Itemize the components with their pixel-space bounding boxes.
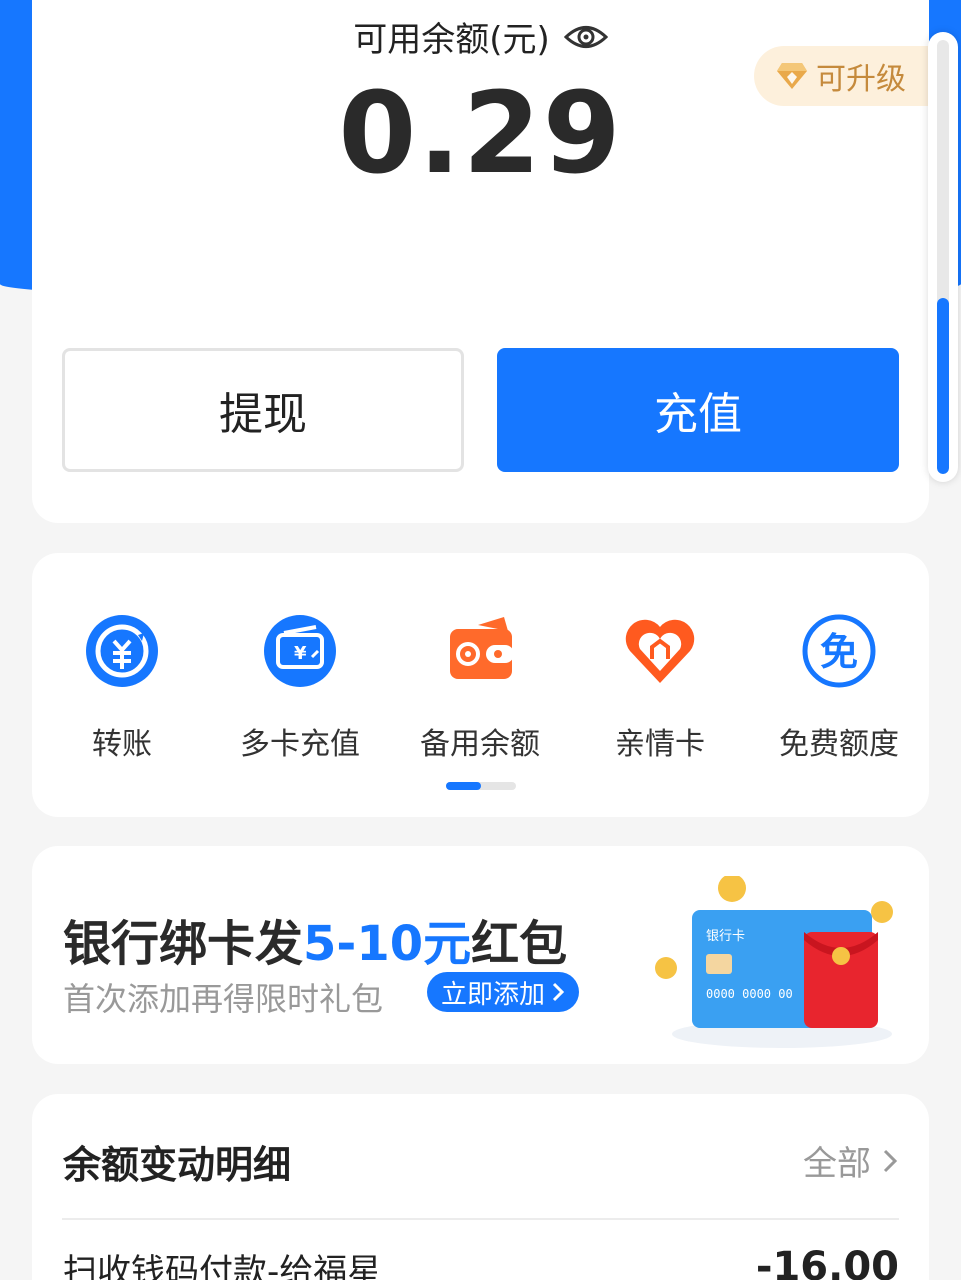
bind-card-promo-banner[interactable]: 银行绑卡发5-10元红包 首次添加再得限时礼包 立即添加 银行卡 0000 00… (32, 846, 929, 1064)
family-card-heart-icon (625, 619, 695, 683)
upgrade-badge-label: 可升级 (816, 62, 906, 97)
withdraw-button[interactable]: 提现 (62, 348, 464, 472)
add-now-button[interactable]: 立即添加 (427, 972, 580, 1012)
menu-item-family-card[interactable]: 亲情卡 (570, 613, 750, 763)
menu-item-free-quota[interactable]: 免 免费额度 (749, 613, 929, 763)
bank-card-red-envelope-illustration: 银行卡 0000 0000 00 (655, 876, 893, 1048)
scrollbar-rail (937, 40, 949, 474)
transaction-name: 扫收钱码付款-给福星 (63, 1252, 382, 1280)
svg-text:¥: ¥ (294, 643, 307, 664)
quick-actions-card: 转账 ¥ 多卡充值 备用余额 亲情卡 免 免费额度 (32, 553, 929, 817)
promo-title-suffix: 红包 (471, 916, 568, 972)
svg-text:免: 免 (820, 630, 858, 674)
promo-subtitle: 首次添加再得限时礼包 (63, 980, 384, 1018)
backup-balance-wallet-icon (450, 617, 514, 679)
menu-label: 转账 (92, 727, 152, 762)
promo-title-highlight: 5-10元 (303, 916, 472, 972)
promo-art-card-label: 银行卡 (706, 929, 745, 944)
divider (62, 1218, 899, 1220)
details-title: 余额变动明细 (63, 1143, 292, 1187)
balance-label: 可用余额(元) (353, 20, 550, 60)
menu-item-backup-balance[interactable]: 备用余额 (390, 613, 570, 763)
view-all-link[interactable]: 全部 (803, 1136, 899, 1185)
promo-title-prefix: 银行绑卡发 (63, 916, 304, 972)
menu-label: 免费额度 (779, 727, 899, 762)
add-now-label: 立即添加 (441, 979, 546, 1010)
menu-label: 备用余额 (420, 727, 540, 762)
transaction-amount: -16.00 (755, 1244, 899, 1280)
view-all-label: 全部 (803, 1144, 871, 1184)
chevron-right-icon (883, 1149, 898, 1172)
promo-title: 银行绑卡发5-10元红包 (63, 904, 567, 974)
menu-item-transfer[interactable]: 转账 (32, 613, 212, 763)
diamond-icon (777, 63, 807, 89)
multi-card-recharge-icon: ¥ (264, 615, 336, 687)
menu-label: 多卡充值 (240, 727, 360, 762)
upgrade-badge[interactable]: 可升级 (754, 46, 929, 106)
menu-pager-active (446, 782, 481, 790)
scrollbar-thumb[interactable] (937, 298, 949, 474)
eye-icon[interactable] (563, 22, 608, 52)
menu-pager (446, 782, 516, 790)
recharge-button[interactable]: 充值 (497, 348, 899, 472)
menu-label: 亲情卡 (615, 727, 705, 762)
menu-item-multi-card-recharge[interactable]: ¥ 多卡充值 (210, 613, 390, 763)
scrollbar[interactable] (928, 32, 958, 482)
free-quota-icon: 免 (802, 614, 876, 688)
balance-card: 可用余额(元) 0.29 可升级 提现 充值 (32, 0, 958, 523)
transaction-row[interactable]: 扫收钱码付款-给福星 -16.00 (63, 1244, 899, 1280)
balance-details-card: 余额变动明细 全部 扫收钱码付款-给福星 -16.00 (32, 1094, 929, 1280)
transfer-icon (86, 615, 158, 687)
chevron-right-icon (552, 982, 565, 1002)
promo-art-card-number: 0000 0000 00 (706, 987, 793, 1001)
